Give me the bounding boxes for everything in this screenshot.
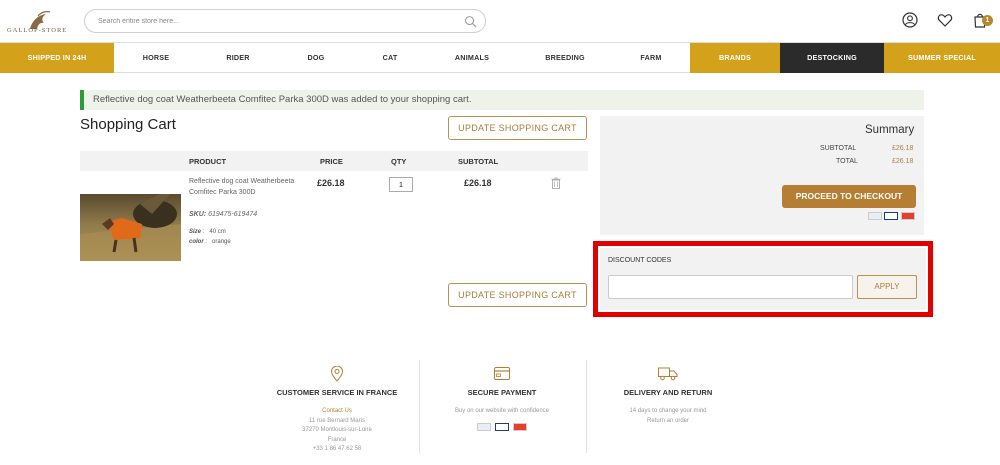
contact-us-link[interactable]: Contact Us (257, 407, 417, 417)
nav-item-cat[interactable]: CAT (354, 43, 426, 73)
dog-coat-photo (80, 194, 181, 261)
proceed-to-checkout-button[interactable]: PROCEED TO CHECKOUT (782, 185, 916, 208)
update-cart-button-bottom[interactable]: UPDATE SHOPPING CART (448, 283, 587, 307)
search-bar[interactable] (84, 9, 486, 33)
address-line-1: 11 rue Bernard Maris (309, 417, 365, 424)
footer-payment-title: SECURE PAYMENT (467, 388, 537, 397)
wishlist-heart-icon[interactable] (937, 12, 953, 28)
payment-card-icon (868, 212, 882, 220)
footer-delivery-title: DELIVERY AND RETURN (623, 388, 713, 397)
nav-item-animals[interactable]: ANIMALS (426, 43, 518, 73)
search-icon[interactable] (464, 15, 477, 28)
item-price: £26.18 (317, 178, 345, 188)
total-value: £26.18 (892, 158, 914, 165)
item-subtotal: £26.18 (464, 178, 492, 188)
footer-card-icon (476, 422, 491, 431)
delivery-truck-icon (658, 367, 678, 381)
column-subtotal: SUBTOTAL (458, 157, 499, 166)
color-label: color (189, 239, 204, 245)
nav-item-brands[interactable]: BRANDS (690, 43, 780, 73)
address-country: France (327, 436, 347, 443)
nav-item-shipped-24h[interactable]: SHIPPED IN 24H (0, 43, 114, 73)
footer-delivery: DELIVERY AND RETURN 14 days to change yo… (588, 360, 748, 426)
footer-payment-text: Buy on our website with confidence (454, 408, 550, 414)
column-price: PRICE (320, 157, 343, 166)
footer-divider (419, 360, 420, 453)
footer-customer-service: CUSTOMER SERVICE IN FRANCE Contact Us 11… (257, 360, 417, 455)
mastercard-icon (901, 212, 915, 220)
size-value: 40 cm (209, 229, 226, 235)
footer-service-title: CUSTOMER SERVICE IN FRANCE (276, 388, 398, 397)
success-indicator (80, 90, 84, 110)
footer-mastercard-icon (513, 422, 528, 431)
nav-item-farm[interactable]: FARM (612, 43, 690, 73)
credit-card-icon (494, 367, 510, 380)
trash-icon[interactable] (551, 177, 561, 189)
option-size: Size : 40 cm (189, 229, 226, 235)
nav-item-horse[interactable]: HORSE (114, 43, 198, 73)
total-label: TOTAL (836, 158, 858, 165)
success-message-text: Reflective dog coat Weatherbeeta Comfite… (93, 94, 472, 105)
discount-label: DISCOUNT CODES (608, 257, 672, 264)
discount-code-input[interactable] (608, 275, 853, 299)
summary-title: Summary (865, 124, 915, 136)
footer-visa-icon (495, 422, 509, 431)
search-input[interactable] (98, 15, 458, 28)
product-image[interactable] (80, 194, 181, 261)
color-value: orange (212, 239, 231, 245)
return-policy-text: 14 days to change your mind (629, 408, 707, 414)
main-navigation: SHIPPED IN 24H HORSE RIDER DOG CAT ANIMA… (0, 42, 1000, 73)
sku-label: SKU: (189, 211, 207, 218)
nav-item-summer-special[interactable]: SUMMER SPECIAL (884, 43, 1000, 73)
product-sku: SKU: 619475-619474 (189, 211, 257, 218)
logo-text: GALLOP-STORE (7, 27, 68, 34)
account-icon[interactable] (902, 12, 918, 28)
nav-item-rider[interactable]: RIDER (198, 43, 278, 73)
quantity-input[interactable]: 1 (389, 177, 413, 192)
subtotal-value: £26.18 (892, 145, 914, 152)
nav-item-dog[interactable]: DOG (278, 43, 354, 73)
cart-count-badge: 1 (982, 15, 993, 26)
footer-secure-payment: SECURE PAYMENT Buy on our website with c… (422, 360, 582, 436)
apply-discount-button[interactable]: APPLY (857, 275, 917, 299)
phone-number[interactable]: +33 1 86 47 62 58 (257, 445, 417, 455)
cart-table-header: PRODUCT PRICE QTY SUBTOTAL (80, 151, 588, 171)
footer-divider (586, 360, 587, 453)
return-order-link[interactable]: Return an order (588, 417, 748, 427)
nav-item-breeding[interactable]: BREEDING (518, 43, 612, 73)
subtotal-label: SUBTOTAL (820, 145, 857, 152)
nav-item-destocking[interactable]: DESTOCKING (780, 43, 884, 73)
size-label: Size (189, 229, 202, 235)
sku-value: 619475-619474 (208, 211, 258, 218)
product-name[interactable]: Reflective dog coat Weatherbeeta Comfite… (189, 177, 299, 198)
visa-icon (884, 212, 898, 220)
location-pin-icon (330, 366, 344, 382)
page-title: Shopping Cart (80, 116, 176, 133)
column-product: PRODUCT (189, 157, 227, 166)
address-line-2: 37270 Montlouis-sur-Loire (302, 427, 372, 433)
column-qty: QTY (391, 157, 407, 166)
update-cart-button-top[interactable]: UPDATE SHOPPING CART (448, 116, 587, 140)
option-color: color : orange (189, 239, 231, 245)
